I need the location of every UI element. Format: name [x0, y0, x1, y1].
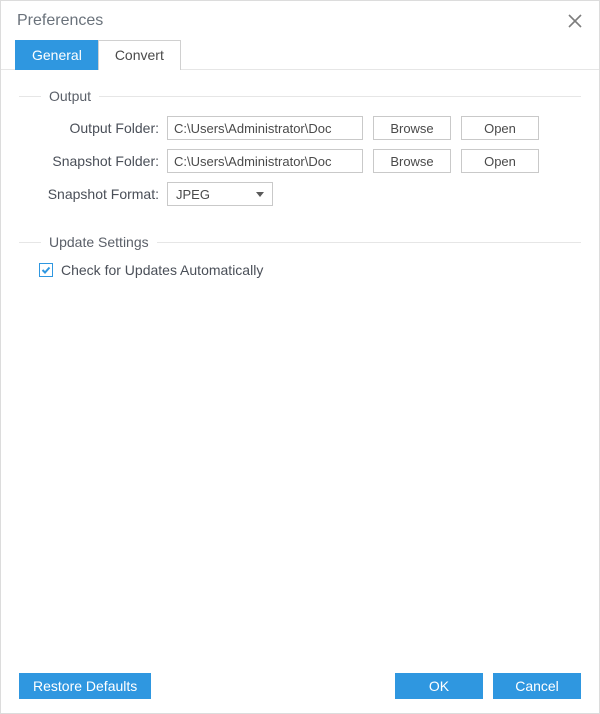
ok-button[interactable]: OK	[395, 673, 483, 699]
close-button[interactable]	[565, 11, 585, 31]
output-folder-label: Output Folder:	[39, 120, 167, 136]
snapshot-folder-browse-button[interactable]: Browse	[373, 149, 451, 173]
output-folder-browse-button[interactable]: Browse	[373, 116, 451, 140]
preferences-dialog: Preferences General Convert Output Outpu…	[0, 0, 600, 714]
update-group-header: Update Settings	[19, 234, 581, 250]
close-icon	[568, 14, 582, 28]
output-group-title: Output	[41, 88, 99, 104]
snapshot-folder-label: Snapshot Folder:	[39, 153, 167, 169]
restore-defaults-button[interactable]: Restore Defaults	[19, 673, 151, 699]
update-group: Update Settings Check for Updates Automa…	[19, 234, 581, 278]
tab-convert[interactable]: Convert	[98, 40, 181, 70]
snapshot-format-label: Snapshot Format:	[39, 186, 167, 202]
check-icon	[41, 265, 51, 275]
snapshot-format-value: JPEG	[176, 187, 256, 202]
output-folder-row: Output Folder: Browse Open	[19, 116, 581, 140]
snapshot-folder-row: Snapshot Folder: Browse Open	[19, 149, 581, 173]
output-folder-open-button[interactable]: Open	[461, 116, 539, 140]
snapshot-folder-open-button[interactable]: Open	[461, 149, 539, 173]
caret-down-icon	[256, 192, 264, 197]
snapshot-folder-input[interactable]	[167, 149, 363, 173]
auto-update-row: Check for Updates Automatically	[19, 262, 581, 278]
auto-update-checkbox[interactable]	[39, 263, 53, 277]
update-group-title: Update Settings	[41, 234, 157, 250]
titlebar: Preferences	[1, 1, 599, 39]
tab-general[interactable]: General	[15, 40, 99, 70]
tabs: General Convert	[1, 39, 599, 70]
snapshot-format-select[interactable]: JPEG	[167, 182, 273, 206]
snapshot-format-row: Snapshot Format: JPEG	[19, 182, 581, 206]
content-area: Output Output Folder: Browse Open Snapsh…	[1, 70, 599, 278]
cancel-button[interactable]: Cancel	[493, 673, 581, 699]
footer: Restore Defaults OK Cancel	[1, 673, 599, 699]
window-title: Preferences	[17, 12, 103, 30]
auto-update-label[interactable]: Check for Updates Automatically	[61, 262, 263, 278]
output-folder-input[interactable]	[167, 116, 363, 140]
output-group-header: Output	[19, 88, 581, 104]
